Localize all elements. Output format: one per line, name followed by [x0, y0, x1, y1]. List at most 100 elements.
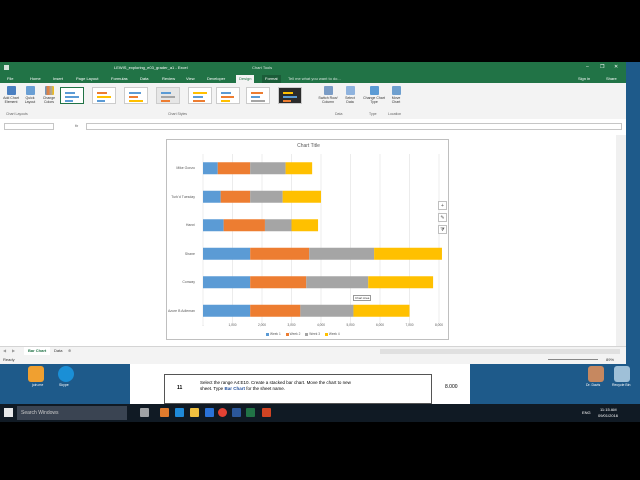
chart-area[interactable]: Chart Title Mike Gonzo Turk'd Tuesday Hann… — [166, 139, 449, 340]
joinme-icon[interactable] — [28, 366, 44, 382]
chart-filter-icon[interactable]: ⧩ — [438, 225, 447, 234]
chart-elements-icon[interactable]: + — [438, 201, 447, 210]
desktop: LEWIS_exploring_e03_grader_a1 - Excel Ch… — [0, 62, 640, 422]
chrome-icon[interactable] — [218, 408, 227, 417]
edge-icon[interactable] — [175, 408, 184, 417]
recycle-bin-icon[interactable] — [614, 366, 630, 382]
new-sheet-icon[interactable]: ⊕ — [68, 348, 71, 353]
chart-style-8[interactable] — [278, 87, 302, 104]
tab-view[interactable]: View — [183, 75, 198, 83]
chart-style-2[interactable] — [92, 87, 116, 104]
bar-segment-3[interactable] — [300, 304, 354, 317]
close-icon[interactable]: ✕ — [614, 64, 618, 70]
horizontal-scrollbar[interactable] — [380, 349, 620, 354]
chart-style-1[interactable] — [60, 87, 84, 104]
tab-page-layout[interactable]: Page Layout — [73, 75, 101, 83]
bar-segment-2[interactable] — [220, 190, 251, 203]
file-explorer-icon[interactable] — [190, 408, 199, 417]
chart-style-3[interactable] — [124, 87, 148, 104]
bar-segment-2[interactable] — [250, 276, 307, 289]
save-icon[interactable] — [4, 65, 9, 70]
step-number: 11 — [177, 385, 183, 391]
group-chart-styles: Chart Styles — [168, 112, 188, 116]
bar-segment-1[interactable] — [203, 162, 218, 175]
word-icon[interactable] — [232, 408, 241, 417]
bar-segment-2[interactable] — [223, 219, 265, 232]
zoom-slider[interactable] — [548, 359, 598, 360]
tab-design[interactable]: Design — [236, 75, 255, 83]
search-box[interactable]: Search Windows — [17, 406, 127, 420]
fx-label: fx — [75, 123, 79, 128]
select-data-button[interactable]: Select Data — [341, 86, 359, 104]
powerpoint-icon[interactable] — [262, 408, 271, 417]
share-button[interactable]: Share — [606, 76, 617, 81]
tell-me-box[interactable]: Tell me what you want to do... — [288, 76, 341, 81]
legend-week1: Week 1 — [270, 332, 281, 336]
tab-formulas[interactable]: Formulas — [108, 75, 131, 83]
tab-file[interactable]: File — [4, 75, 16, 83]
switch-row-column-button[interactable]: Switch Row/ Column — [318, 86, 338, 104]
bar-segment-4[interactable] — [353, 304, 410, 317]
bar-segment-2[interactable] — [250, 247, 310, 260]
bar-segment-1[interactable] — [203, 276, 251, 289]
formula-input[interactable] — [86, 123, 622, 130]
step-instructions: Select the range A4:E10. Create a stacke… — [200, 380, 360, 392]
minimize-icon[interactable]: – — [586, 64, 589, 70]
bar-segment-2[interactable] — [250, 304, 301, 317]
bar-segment-1[interactable] — [203, 247, 251, 260]
bar-segment-1[interactable] — [203, 219, 224, 232]
move-chart-button[interactable]: Move Chart — [387, 86, 405, 104]
ribbon: Add Chart Element Quick Layout Change Co… — [0, 83, 626, 120]
bar-segment-4[interactable] — [285, 162, 313, 175]
bar-segment-3[interactable] — [250, 190, 283, 203]
quick-layout-button[interactable]: Quick Layout — [21, 86, 39, 104]
store-icon[interactable] — [205, 408, 214, 417]
firefox-icon[interactable] — [160, 408, 169, 417]
bar-segment-1[interactable] — [203, 190, 221, 203]
tab-review[interactable]: Review — [159, 75, 178, 83]
next-sheet-icon[interactable]: ▶ — [12, 348, 15, 353]
clock-time: 11:15 AM — [600, 407, 617, 412]
prev-sheet-icon[interactable]: ◀ — [3, 348, 6, 353]
chart-styles-brush-icon[interactable]: ✎ — [438, 213, 447, 222]
bar-segment-4[interactable] — [291, 219, 319, 232]
skype-icon[interactable] — [58, 366, 74, 382]
switch-row-column-icon — [323, 86, 333, 95]
bar-segment-2[interactable] — [217, 162, 251, 175]
vertical-scrollbar[interactable] — [616, 135, 626, 346]
dr-davis-icon[interactable] — [588, 366, 604, 382]
bar-segment-4[interactable] — [374, 247, 442, 260]
sign-in-link[interactable]: Sign in — [578, 76, 590, 81]
chart-style-6[interactable] — [216, 87, 240, 104]
tab-home[interactable]: Home — [27, 75, 44, 83]
name-box[interactable] — [4, 123, 54, 130]
bar-segment-1[interactable] — [203, 304, 251, 317]
chart-style-4[interactable] — [156, 87, 180, 104]
chart-sheet: Chart Title Mike Gonzo Turk'd Tuesday Hann… — [0, 135, 626, 346]
tab-developer[interactable]: Developer — [204, 75, 228, 83]
bar-segment-3[interactable] — [309, 247, 375, 260]
sheet-tab-data[interactable]: Data — [50, 347, 66, 355]
chart-style-5[interactable] — [188, 87, 212, 104]
tab-insert[interactable]: Insert — [50, 75, 66, 83]
windows-start-icon[interactable] — [4, 408, 13, 417]
tab-format[interactable]: Format — [262, 75, 281, 83]
bar-segment-3[interactable] — [250, 162, 286, 175]
skype-label: Skype — [59, 383, 69, 387]
excel-taskbar-icon[interactable] — [246, 408, 255, 417]
x-tick-label: 4,000 — [317, 323, 325, 327]
change-chart-type-button[interactable]: Change Chart Type — [363, 86, 385, 104]
chart-style-7[interactable] — [246, 87, 270, 104]
restore-icon[interactable]: ❐ — [600, 64, 604, 70]
tab-data[interactable]: Data — [137, 75, 151, 83]
bar-segment-4[interactable] — [368, 276, 434, 289]
x-tick-label: 2,000 — [258, 323, 266, 327]
bar-segment-3[interactable] — [264, 219, 292, 232]
bar-segment-4[interactable] — [282, 190, 321, 203]
bar-segment-3[interactable] — [306, 276, 369, 289]
change-colors-button[interactable]: Change Colors — [40, 86, 58, 104]
task-view-icon[interactable] — [140, 408, 149, 417]
x-tick-label: 6,000 — [376, 323, 384, 327]
group-type: Type — [369, 112, 377, 116]
add-chart-element-button[interactable]: Add Chart Element — [1, 86, 21, 104]
